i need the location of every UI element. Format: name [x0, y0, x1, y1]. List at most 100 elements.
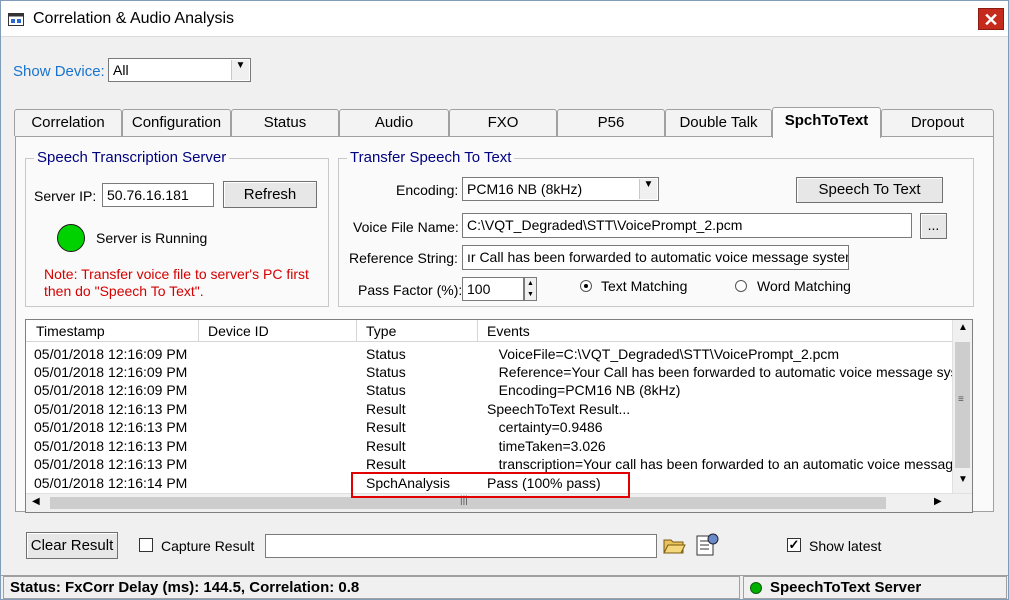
show-latest-checkbox[interactable]: ✓ [787, 538, 801, 552]
table-row[interactable]: 05/01/2018 12:16:13 PM Result SpeechToTe… [26, 401, 952, 419]
word-matching-label: Word Matching [757, 278, 851, 294]
status-text: Status: FxCorr Delay (ms): 144.5, Correl… [3, 576, 740, 599]
server-ip-input[interactable]: 50.76.16.181 [102, 183, 214, 207]
voice-file-input[interactable]: C:\VQT_Degraded\STT\VoicePrompt_2.pcm [462, 213, 912, 238]
tab-configuration[interactable]: Configuration [122, 109, 231, 136]
word-matching-radio[interactable] [735, 280, 747, 292]
settings-icon[interactable] [694, 532, 720, 558]
tab-spchtotext[interactable]: SpchToText [772, 107, 881, 138]
tab-fxo[interactable]: FXO [449, 109, 557, 136]
cell-type: Result [366, 419, 406, 435]
cell-type: Result [366, 438, 406, 454]
tab-label: P56 [597, 114, 625, 131]
server-status-text: Server is Running [96, 230, 208, 246]
server-ip-label: Server IP: [34, 188, 97, 204]
tab-label: Dropout [910, 114, 965, 131]
table-row[interactable]: 05/01/2018 12:16:13 PM Result certainty=… [26, 419, 952, 437]
chevron-down-icon[interactable]: ▼ [639, 179, 657, 199]
scroll-down-icon[interactable]: ▼ [958, 474, 968, 485]
window-title: Correlation & Audio Analysis [33, 10, 234, 27]
cell-timestamp: 05/01/2018 12:16:13 PM [34, 456, 188, 472]
chevron-down-icon[interactable]: ▼ [231, 60, 249, 80]
grip-icon: ≡ [958, 394, 964, 405]
show-device-value: All [113, 62, 129, 78]
pass-factor-spinner[interactable]: ▲ ▼ [524, 277, 537, 301]
tab-audio[interactable]: Audio [339, 109, 449, 136]
vertical-scroll-thumb[interactable]: ≡ [955, 342, 970, 468]
table-row[interactable]: 05/01/2018 12:16:13 PM Result timeTaken=… [26, 438, 952, 456]
reference-string-input[interactable]: ır Call has been forwarded to automatic … [462, 245, 849, 270]
cell-event: Reference=Your Call has been forwarded t… [487, 364, 952, 380]
text-matching-radio[interactable] [580, 280, 592, 292]
event-log-header: Timestamp Device ID Type Events [26, 320, 952, 342]
voice-file-label: Voice File Name: [353, 219, 459, 235]
tab-label: Status [263, 114, 307, 131]
cell-event: timeTaken=3.026 [487, 438, 606, 454]
close-button[interactable]: ✕ [978, 8, 1004, 30]
main-window: Correlation & Audio Analysis ✕ Show Devi… [0, 0, 1009, 600]
capture-file-input[interactable] [265, 534, 657, 558]
cell-timestamp: 05/01/2018 12:16:09 PM [34, 364, 188, 380]
server-status-indicator [57, 224, 85, 252]
tab-p56[interactable]: P56 [557, 109, 665, 136]
tab-correlation[interactable]: Correlation [14, 109, 122, 136]
reference-string-label: Reference String: [349, 250, 458, 266]
capture-result-label: Capture Result [161, 538, 255, 554]
cell-timestamp: 05/01/2018 12:16:13 PM [34, 438, 188, 454]
tab-double-talk[interactable]: Double Talk [665, 109, 772, 136]
tab-status[interactable]: Status [231, 109, 339, 136]
tab-label: Configuration [131, 114, 222, 131]
clear-result-button[interactable]: Clear Result [26, 532, 118, 559]
cell-event: SpeechToText Result... [487, 401, 631, 417]
show-device-label: Show Device: [13, 63, 105, 80]
column-device-id[interactable]: Device ID [208, 323, 269, 339]
speech-to-text-button[interactable]: Speech To Text [796, 177, 943, 203]
cell-timestamp: 05/01/2018 12:16:09 PM [34, 382, 188, 398]
cell-event: transcription=Your call has been forward… [487, 456, 952, 472]
result-highlight-box [351, 472, 630, 498]
column-divider[interactable] [356, 320, 357, 342]
cell-type: Result [366, 401, 406, 417]
encoding-select[interactable]: PCM16 NB (8kHz) ▼ [462, 177, 659, 201]
show-latest-label: Show latest [809, 538, 882, 554]
cell-event: VoiceFile=C:\VQT_Degraded\STT\VoicePromp… [487, 346, 840, 362]
server-status-dot-icon [750, 582, 762, 594]
transfer-group-title: Transfer Speech To Text [347, 149, 515, 166]
tab-label: SpchToText [784, 112, 869, 129]
table-row[interactable]: 05/01/2018 12:16:09 PM Status Encoding=P… [26, 382, 952, 400]
status-bar: Status: FxCorr Delay (ms): 144.5, Correl… [1, 575, 1008, 599]
cell-type: Status [366, 382, 406, 398]
column-events[interactable]: Events [487, 323, 530, 339]
column-divider[interactable] [477, 320, 478, 342]
cell-event: Encoding=PCM16 NB (8kHz) [487, 382, 681, 398]
cell-timestamp: 05/01/2018 12:16:09 PM [34, 346, 188, 362]
column-type[interactable]: Type [366, 323, 396, 339]
open-folder-icon[interactable] [662, 533, 686, 557]
app-icon [8, 13, 24, 26]
cell-timestamp: 05/01/2018 12:16:13 PM [34, 419, 188, 435]
table-row[interactable]: 05/01/2018 12:16:09 PM Status Reference=… [26, 364, 952, 382]
tab-label: Audio [374, 114, 414, 131]
cell-type: Result [366, 456, 406, 472]
scroll-up-icon[interactable]: ▲ [958, 322, 968, 333]
scroll-right-icon[interactable]: ▶ [934, 496, 942, 507]
cell-event: certainty=0.9486 [487, 419, 603, 435]
vertical-scrollbar[interactable]: ▲ ≡ ▼ [952, 320, 972, 494]
pass-factor-input[interactable]: 100 [462, 277, 524, 301]
cell-type: Status [366, 346, 406, 362]
column-divider[interactable] [198, 320, 199, 342]
browse-button[interactable]: ... [920, 213, 947, 239]
tab-label: Correlation [31, 114, 105, 131]
cell-type: Status [366, 364, 406, 380]
column-timestamp[interactable]: Timestamp [36, 323, 105, 339]
scroll-left-icon[interactable]: ◀ [32, 496, 40, 507]
server-status-label: SpeechToText Server [770, 579, 922, 596]
capture-result-checkbox[interactable] [139, 538, 153, 552]
refresh-button[interactable]: Refresh [223, 181, 317, 208]
horizontal-scroll-thumb[interactable]: ||| [50, 495, 886, 509]
tab-dropout[interactable]: Dropout [881, 109, 994, 136]
table-row[interactable]: 05/01/2018 12:16:09 PM Status VoiceFile=… [26, 346, 952, 364]
server-note: Note: Transfer voice file to server's PC… [44, 266, 309, 299]
show-device-select[interactable]: All ▼ [108, 58, 251, 82]
text-matching-label: Text Matching [601, 278, 688, 294]
